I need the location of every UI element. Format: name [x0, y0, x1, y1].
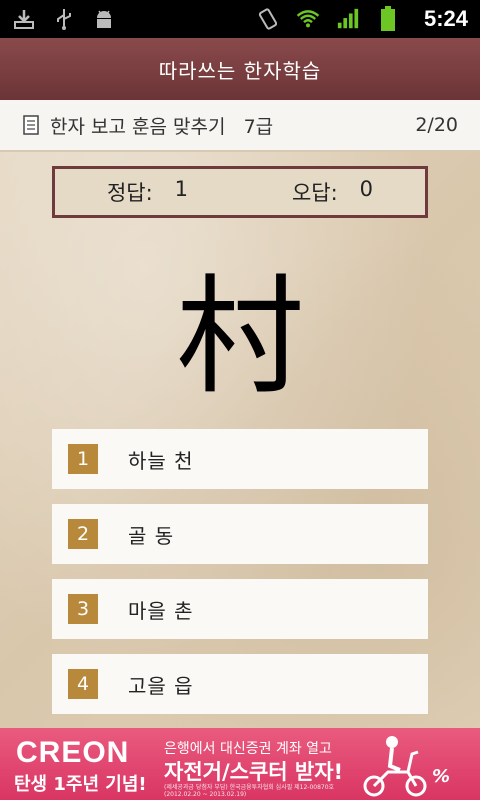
ad-brand-logo: CREON [16, 736, 130, 769]
download-icon [12, 7, 36, 31]
vibrate-icon [256, 7, 280, 31]
option-text: 골 동 [128, 523, 175, 548]
option-number: 2 [68, 519, 98, 549]
question-progress: 2/20 [415, 114, 458, 136]
ad-tagline: 탄생 1주년 기념! [14, 774, 147, 795]
quiz-info-bar: 한자 보고 훈음 맞추기 7급 2/20 [0, 100, 480, 152]
signal-icon [336, 7, 360, 31]
answer-option-3[interactable]: 3 마을 촌 [52, 579, 428, 639]
quiz-level-label: 7급 [243, 115, 274, 138]
answer-option-2[interactable]: 2 골 동 [52, 504, 428, 564]
battery-icon [376, 6, 400, 31]
app-title-bar: 따라쓰는 한자학습 [0, 38, 480, 100]
status-bar: 5:24 [0, 0, 480, 38]
ad-headline: 은행에서 대신증권 계좌 열고 [164, 741, 332, 757]
answer-option-4[interactable]: 4 고을 읍 [52, 654, 428, 714]
ad-percent-mark: % [432, 766, 451, 787]
quiz-mode-label: 한자 보고 훈음 맞추기 [50, 115, 226, 138]
wrong-label: 오답: [291, 181, 338, 205]
option-number: 3 [68, 594, 98, 624]
option-text: 하늘 천 [128, 448, 194, 473]
book-icon [22, 114, 40, 136]
option-number: 4 [68, 669, 98, 699]
hanja-character: 村 [175, 262, 304, 412]
wifi-icon [296, 7, 320, 31]
correct-count: 1 [174, 177, 189, 201]
ad-offer: 자전거/스쿠터 받자! [164, 760, 344, 784]
ad-banner[interactable]: CREON 탄생 1주년 기념! 은행에서 대신증권 계좌 열고 자전거/스쿠터… [0, 728, 480, 800]
score-box: 정답: 1 오답: 0 [52, 166, 428, 218]
answer-option-1[interactable]: 1 하늘 천 [52, 429, 428, 489]
option-text: 고을 읍 [128, 673, 194, 698]
usb-icon [52, 7, 76, 31]
android-debug-icon [92, 7, 116, 31]
wrong-count: 0 [359, 177, 374, 201]
correct-label: 정답: [106, 181, 153, 205]
scooter-icon [360, 732, 430, 800]
ad-fine-print: (제세공과금 당첨자 부담) 한국금융투자협회 심사필 제12-00870호 (… [164, 784, 335, 798]
option-number: 1 [68, 444, 98, 474]
clock: 5:24 [423, 6, 468, 31]
app-title: 따라쓰는 한자학습 [158, 58, 322, 83]
option-text: 마을 촌 [128, 598, 194, 623]
